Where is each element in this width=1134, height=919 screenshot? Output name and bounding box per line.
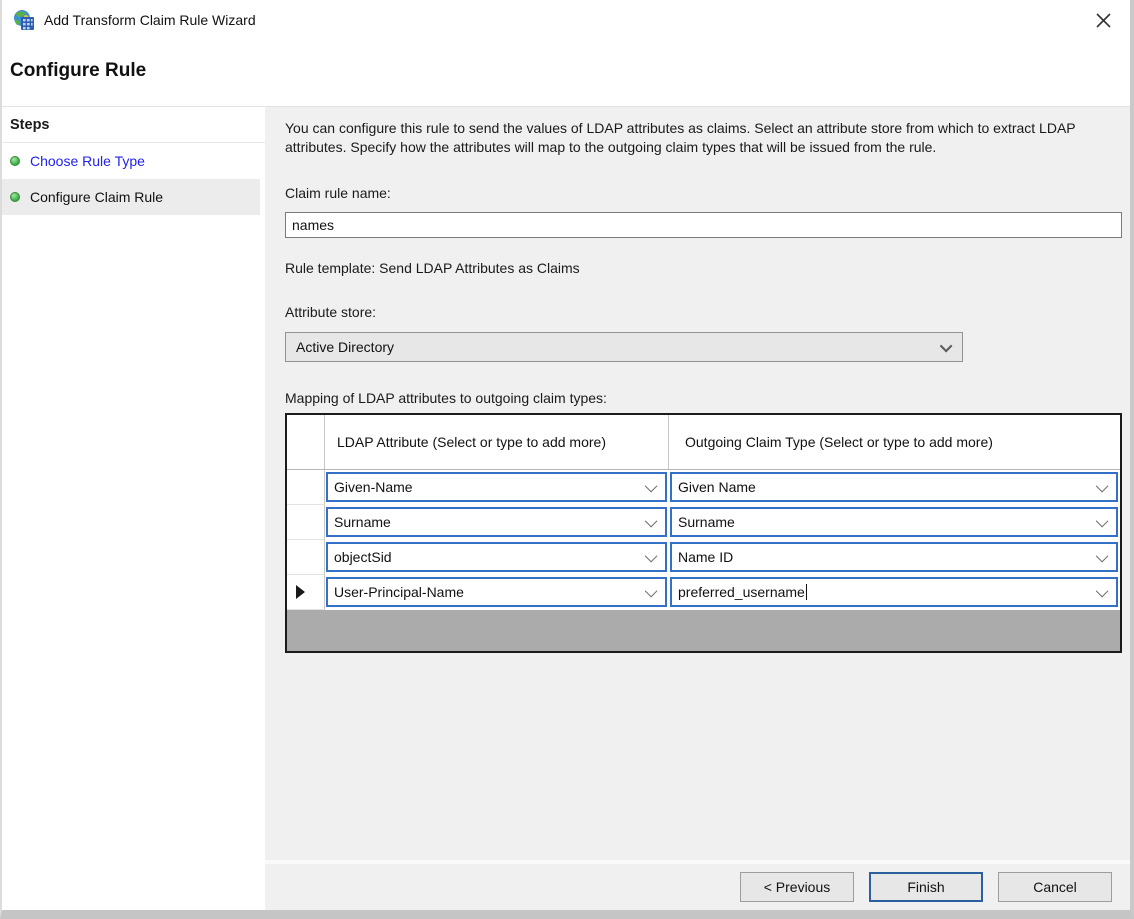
- step-label: Configure Claim Rule: [30, 189, 163, 205]
- page-title: Configure Rule: [10, 60, 1120, 82]
- rule-description-text: You can configure this rule to send the …: [285, 119, 1113, 157]
- outgoing-claim-combobox[interactable]: Given Name: [670, 472, 1118, 502]
- ldap-attribute-combobox[interactable]: objectSid: [326, 542, 667, 572]
- wizard-button-bar: < Previous Finish Cancel: [265, 864, 1130, 910]
- step-configure-claim-rule[interactable]: Configure Claim Rule: [2, 179, 260, 215]
- rule-template-text: Rule template: Send LDAP Attributes as C…: [285, 260, 1122, 276]
- finish-button[interactable]: Finish: [869, 872, 983, 902]
- claim-rule-name-label: Claim rule name:: [285, 185, 1122, 201]
- window-title: Add Transform Claim Rule Wizard: [44, 12, 256, 28]
- configure-rule-panel: You can configure this rule to send the …: [265, 107, 1130, 860]
- row-selector[interactable]: [287, 470, 325, 505]
- outgoing-claim-value: Surname: [678, 514, 735, 530]
- ldap-mapping-grid: LDAP Attribute (Select or type to add mo…: [285, 413, 1122, 653]
- outgoing-claim-combobox[interactable]: Name ID: [670, 542, 1118, 572]
- chevron-down-icon: [645, 584, 658, 597]
- ldap-attribute-column-header: LDAP Attribute (Select or type to add mo…: [325, 415, 669, 469]
- close-icon: [1095, 12, 1112, 29]
- outgoing-claim-value: Given Name: [678, 479, 756, 495]
- adfs-app-icon: [12, 9, 36, 31]
- table-row: objectSid Name ID: [287, 540, 1120, 575]
- chevron-down-icon: [1096, 514, 1109, 527]
- ldap-attribute-value: Surname: [334, 514, 391, 530]
- outgoing-claim-combobox[interactable]: preferred_username: [670, 577, 1118, 607]
- chevron-down-icon: [1096, 584, 1109, 597]
- attribute-store-value: Active Directory: [296, 339, 394, 355]
- steps-panel-title: Steps: [2, 109, 265, 143]
- ldap-attribute-value: User-Principal-Name: [334, 584, 464, 600]
- attribute-store-dropdown[interactable]: Active Directory: [285, 332, 963, 362]
- table-row: Surname Surname: [287, 505, 1120, 540]
- ldap-attribute-value: objectSid: [334, 549, 392, 565]
- heading-zone: Configure Rule: [2, 40, 1130, 106]
- outgoing-claim-column-header: Outgoing Claim Type (Select or type to a…: [669, 415, 1120, 469]
- outgoing-claim-value: Name ID: [678, 549, 733, 565]
- outgoing-claim-combobox[interactable]: Surname: [670, 507, 1118, 537]
- row-selector[interactable]: [287, 540, 325, 575]
- previous-button[interactable]: < Previous: [740, 872, 854, 902]
- chevron-down-icon: [645, 549, 658, 562]
- steps-panel: Steps Choose Rule Type Configure Claim R…: [2, 107, 265, 910]
- mapping-table-label: Mapping of LDAP attributes to outgoing c…: [285, 390, 1122, 406]
- row-selector[interactable]: [287, 505, 325, 540]
- title-bar: Add Transform Claim Rule Wizard: [2, 0, 1130, 40]
- ldap-attribute-combobox[interactable]: User-Principal-Name: [326, 577, 667, 607]
- row-selector-header: [287, 415, 325, 469]
- close-button[interactable]: [1086, 5, 1120, 35]
- wizard-window: Add Transform Claim Rule Wizard Configur…: [0, 0, 1134, 919]
- table-row: Given-Name Given Name: [287, 470, 1120, 505]
- ldap-attribute-value: Given-Name: [334, 479, 413, 495]
- claim-rule-name-input[interactable]: [285, 212, 1122, 238]
- row-selector[interactable]: [287, 575, 325, 610]
- chevron-down-icon: [1096, 479, 1109, 492]
- text-cursor: [806, 584, 807, 600]
- attribute-store-label: Attribute store:: [285, 304, 1122, 320]
- chevron-down-icon: [645, 514, 658, 527]
- ldap-attribute-combobox[interactable]: Given-Name: [326, 472, 667, 502]
- grid-rows: Given-Name Given Name Surname Surname: [287, 470, 1120, 610]
- chevron-down-icon: [1096, 549, 1109, 562]
- step-label: Choose Rule Type: [30, 153, 145, 169]
- ldap-attribute-combobox[interactable]: Surname: [326, 507, 667, 537]
- step-status-icon: [10, 192, 20, 202]
- step-choose-rule-type[interactable]: Choose Rule Type: [2, 143, 260, 179]
- grid-header-row: LDAP Attribute (Select or type to add mo…: [287, 415, 1120, 470]
- table-row: User-Principal-Name preferred_username: [287, 575, 1120, 610]
- chevron-down-icon: [645, 479, 658, 492]
- grid-empty-area[interactable]: [287, 610, 1120, 651]
- step-status-icon: [10, 156, 20, 166]
- current-row-arrow: [296, 585, 305, 599]
- cancel-button[interactable]: Cancel: [998, 872, 1112, 902]
- outgoing-claim-value: preferred_username: [678, 584, 805, 600]
- chevron-down-icon: [940, 339, 953, 352]
